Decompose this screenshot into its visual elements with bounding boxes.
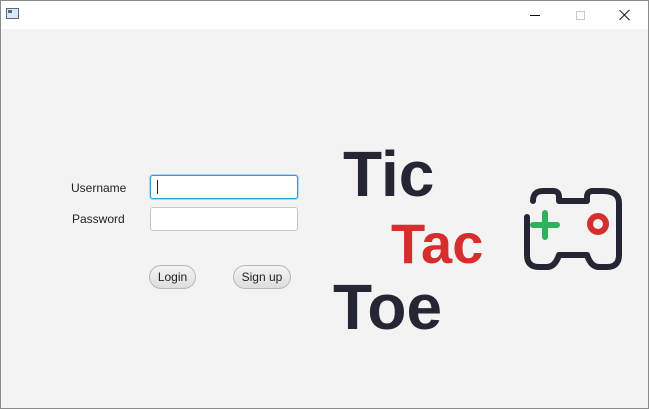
password-input[interactable]: [150, 207, 298, 231]
username-label: Username: [71, 181, 127, 195]
minimize-icon: [530, 14, 540, 16]
title-bar[interactable]: [1, 1, 648, 29]
maximize-icon: [575, 10, 585, 20]
signup-button[interactable]: Sign up: [233, 265, 291, 289]
app-window: Username Password Login Sign up Tic Tac …: [0, 0, 649, 409]
tic-tac-toe-logo: Tic Tac Toe: [333, 138, 622, 341]
maximize-button[interactable]: [557, 1, 603, 29]
password-label: Password: [72, 212, 125, 226]
logo-word-tic: Tic: [343, 138, 434, 210]
minimize-button[interactable]: [512, 1, 558, 29]
gamepad-icon: [524, 188, 622, 270]
username-input[interactable]: [150, 175, 298, 199]
login-button[interactable]: Login: [149, 265, 196, 289]
close-icon: [619, 9, 631, 21]
app-window-icon: [6, 8, 19, 19]
logo-word-tac: Tac: [391, 212, 483, 275]
close-button[interactable]: [602, 1, 648, 29]
logo-word-toe: Toe: [333, 271, 442, 341]
text-caret: [157, 180, 158, 194]
